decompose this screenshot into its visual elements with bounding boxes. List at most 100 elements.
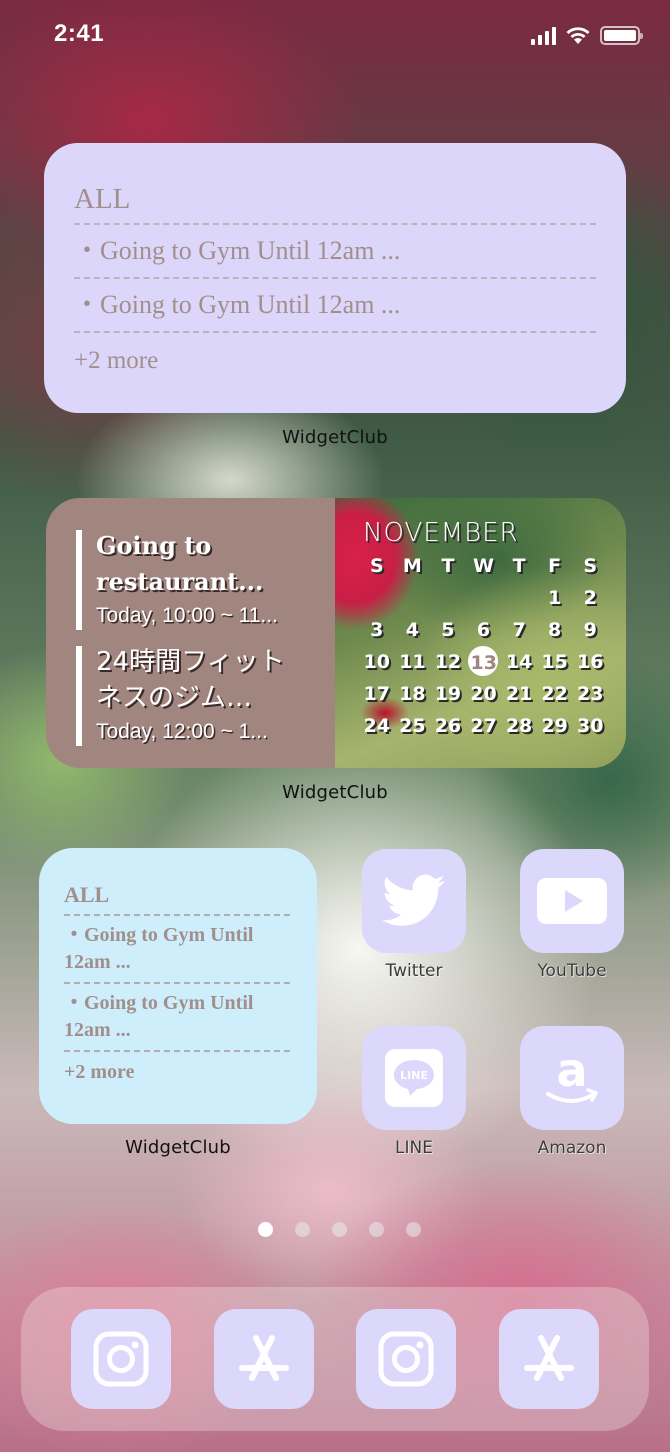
app-youtube[interactable]: YouTube xyxy=(520,849,624,981)
dock xyxy=(21,1287,649,1431)
calendar-day: 9 xyxy=(583,619,597,641)
app-icon-tile[interactable]: a xyxy=(520,1026,624,1130)
calendar-day: 3 xyxy=(370,619,384,641)
calendar-day: 8 xyxy=(548,619,562,641)
calendar-day: 29 xyxy=(541,715,568,737)
battery-fill xyxy=(604,30,636,41)
calendar-weekday: W xyxy=(473,555,494,577)
calendar-day: 18 xyxy=(399,683,426,705)
app-label: Amazon xyxy=(537,1138,607,1158)
calendar-day: 30 xyxy=(576,715,604,737)
app-label: Twitter xyxy=(385,961,443,981)
page-dot[interactable] xyxy=(257,1222,273,1237)
calendar-day: 5 xyxy=(441,619,455,641)
amazon-logo-icon: a xyxy=(546,1046,598,1103)
calendar-day: 12 xyxy=(434,651,462,673)
event-item[interactable]: 24時間フィットネスのジム… Today, 12:00 ~ 1... xyxy=(76,644,317,748)
calendar-day: 20 xyxy=(470,683,497,705)
twitter-bird-icon xyxy=(382,874,445,926)
todo-item[interactable]: ・Going to Gym Until 12am ... xyxy=(74,225,596,277)
calendar-empty-cell xyxy=(466,582,502,614)
calendar-empty-cell xyxy=(501,582,537,614)
cellular-signal-icon xyxy=(531,26,556,45)
calendar-day: 21 xyxy=(505,683,533,705)
divider xyxy=(64,982,290,984)
event-item[interactable]: Going to restaurant... Today, 10:00 ~ 11… xyxy=(76,528,317,632)
todo-more-link[interactable]: +2 more xyxy=(74,333,596,387)
page-dot[interactable] xyxy=(368,1222,384,1237)
app-store-icon xyxy=(238,1335,289,1381)
events-panel[interactable]: Going to restaurant... Today, 10:00 ~ 11… xyxy=(46,498,335,768)
calendar-day: 28 xyxy=(505,715,533,737)
line-chat-icon: LINE xyxy=(385,1049,443,1107)
calendar-weekday: F xyxy=(548,555,562,577)
calendar-weekday: S xyxy=(583,555,598,577)
todo-more-link[interactable]: +2 more xyxy=(64,1052,290,1092)
todo-item[interactable]: ・Going to Gym Until 12am ... xyxy=(64,984,290,1050)
calendar-panel[interactable]: NOVEMBER S M T W T F S 1 2 3 4 5 6 7 8 9 10 11 12 13 14 15 16 1… xyxy=(335,498,626,768)
app-label: YouTube xyxy=(537,961,607,981)
divider xyxy=(74,331,596,333)
calendar-day: 19 xyxy=(434,683,462,705)
calendar-weekday: S xyxy=(369,555,384,577)
dock-app-instagram[interactable] xyxy=(356,1309,457,1409)
todo-item[interactable]: ・Going to Gym Until 12am ... xyxy=(74,279,596,331)
youtube-play-icon xyxy=(537,878,607,924)
calendar-month: NOVEMBER xyxy=(363,518,519,548)
status-bar: 2:41 xyxy=(0,0,670,80)
divider xyxy=(64,914,290,916)
divider xyxy=(64,1050,290,1052)
dock-app-instagram[interactable] xyxy=(71,1309,171,1409)
calendar-day: 11 xyxy=(399,651,426,673)
calendar-grid: S M T W T F S 1 2 3 4 5 6 7 8 9 10 11 12 13 14 15 16 17 18 19 20 21… xyxy=(359,550,608,742)
todo-widget-large[interactable]: ALL ・Going to Gym Until 12am ... ・Going … xyxy=(44,143,626,413)
calendar-day: 25 xyxy=(399,715,426,737)
todo-widget-title: ALL xyxy=(64,882,110,907)
calendar-day: 6 xyxy=(476,619,491,641)
calendar-weekday: M xyxy=(402,555,422,577)
events-calendar-widget[interactable]: Going to restaurant... Today, 10:00 ~ 11… xyxy=(46,498,626,768)
event-time: Today, 12:00 ~ 1... xyxy=(96,720,268,743)
page-indicator[interactable] xyxy=(0,1222,670,1237)
calendar-day: 2 xyxy=(583,587,597,609)
app-amazon[interactable]: a Amazon xyxy=(520,1026,624,1158)
app-line[interactable]: LINE LINE xyxy=(362,1026,466,1158)
app-label: LINE xyxy=(395,1138,433,1158)
dock-app-app-store[interactable] xyxy=(213,1309,314,1409)
calendar-weekday: T xyxy=(441,555,455,577)
calendar-day-today: 13 xyxy=(466,646,502,678)
app-icon-tile[interactable]: LINE xyxy=(362,1026,466,1130)
page-dot[interactable] xyxy=(331,1222,347,1237)
app-twitter[interactable]: Twitter xyxy=(362,849,466,981)
app-icon-tile[interactable] xyxy=(362,849,466,953)
calendar-empty-cell xyxy=(359,582,395,614)
battery-icon xyxy=(600,26,643,45)
calendar-day: 24 xyxy=(363,715,390,737)
calendar-weekday: T xyxy=(512,555,526,577)
event-title: 24時間フィットネスのジム… xyxy=(96,647,285,713)
calendar-day: 1 xyxy=(548,587,562,609)
calendar-day: 14 xyxy=(505,651,533,673)
svg-text:LINE: LINE xyxy=(400,1069,428,1082)
status-icons xyxy=(531,26,643,45)
widget-label: WidgetClub xyxy=(282,427,388,448)
calendar-day: 26 xyxy=(434,715,462,737)
divider xyxy=(74,223,596,225)
widget-label: WidgetClub xyxy=(282,782,388,803)
todo-widget-title: ALL xyxy=(74,183,131,215)
status-time: 2:41 xyxy=(54,20,105,47)
calendar-day: 15 xyxy=(541,651,568,673)
calendar-day: 17 xyxy=(363,683,390,705)
page-dot[interactable] xyxy=(405,1222,421,1237)
todo-item[interactable]: ・Going to Gym Until 12am ... xyxy=(64,916,290,982)
app-icon-tile[interactable] xyxy=(520,849,624,953)
widget-label: WidgetClub xyxy=(125,1137,231,1158)
todo-widget-small[interactable]: ALL ・Going to Gym Until 12am ... ・Going … xyxy=(39,848,317,1124)
event-color-bar xyxy=(76,530,82,630)
instagram-icon xyxy=(378,1331,434,1387)
event-time: Today, 10:00 ~ 11... xyxy=(96,604,278,627)
calendar-day: 16 xyxy=(576,651,604,673)
page-dot[interactable] xyxy=(294,1222,310,1237)
calendar-day: 23 xyxy=(576,683,604,705)
dock-app-app-store[interactable] xyxy=(498,1309,599,1409)
